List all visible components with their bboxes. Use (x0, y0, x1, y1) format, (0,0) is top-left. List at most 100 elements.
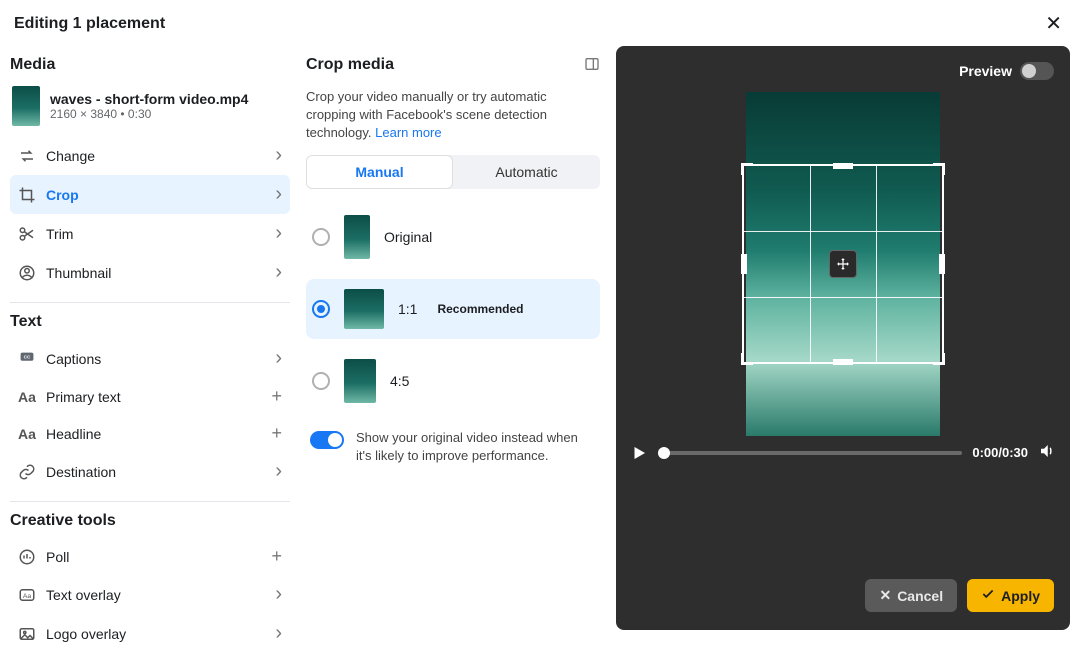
resize-corner-br[interactable] (933, 353, 945, 365)
media-item-thumbnail[interactable]: Thumbnail (10, 253, 290, 292)
tab-manual[interactable]: Manual (306, 155, 453, 189)
text-item-destination[interactable]: Destination (10, 452, 290, 491)
media-section-title: Media (10, 56, 290, 74)
move-handle[interactable] (829, 250, 857, 278)
chevron-right-icon (275, 583, 282, 606)
radio-icon (312, 372, 330, 390)
creative-item-text-overlay[interactable]: Aa Text overlay (10, 575, 290, 614)
text-size-icon: Aa (18, 425, 36, 443)
creative-item-label: Logo overlay (46, 626, 265, 642)
crop-icon (18, 186, 36, 204)
cc-icon: CC (18, 350, 36, 368)
media-item-change[interactable]: Change (10, 136, 290, 175)
learn-more-link[interactable]: Learn more (375, 125, 441, 140)
creative-item-label: Text overlay (46, 587, 265, 603)
grid-line (876, 166, 877, 362)
media-file-row: waves - short-form video.mp4 2160 × 3840… (10, 82, 290, 136)
swap-icon (18, 147, 36, 165)
crop-title: Crop media (306, 56, 394, 74)
ratio-option-4-5[interactable]: 4:5 (306, 349, 600, 413)
media-item-label: Change (46, 148, 265, 164)
ratio-label: 4:5 (390, 373, 409, 389)
chevron-right-icon (275, 460, 282, 483)
link-icon (18, 463, 36, 481)
chevron-right-icon (275, 347, 282, 370)
play-button[interactable] (630, 444, 648, 462)
creative-item-label: Poll (46, 549, 261, 565)
panel-toggle-icon[interactable] (584, 56, 600, 72)
chevron-right-icon (275, 144, 282, 167)
media-file-name: waves - short-form video.mp4 (50, 91, 248, 107)
check-icon (981, 587, 995, 604)
crop-mode-tabs: Manual Automatic (306, 155, 600, 189)
text-item-captions[interactable]: CC Captions (10, 339, 290, 378)
text-overlay-icon: Aa (18, 586, 36, 604)
media-item-crop[interactable]: Crop (10, 175, 290, 214)
tab-automatic[interactable]: Automatic (453, 155, 600, 189)
chevron-right-icon (275, 622, 282, 645)
show-original-text: Show your original video instead when it… (356, 429, 596, 465)
plus-icon (271, 546, 282, 567)
resize-handle-right[interactable] (939, 254, 945, 274)
volume-button[interactable] (1038, 442, 1056, 463)
ratio-thumbnail (344, 359, 376, 403)
poll-icon (18, 548, 36, 566)
chevron-right-icon (275, 222, 282, 245)
modal-title: Editing 1 placement (14, 15, 165, 33)
text-size-icon: Aa (18, 388, 36, 406)
crop-description: Crop your video manually or try automati… (306, 88, 600, 143)
apply-button-label: Apply (1001, 588, 1040, 604)
text-item-label: Headline (46, 426, 261, 442)
chevron-right-icon (275, 183, 282, 206)
recommended-badge: Recommended (437, 302, 523, 316)
resize-corner-tr[interactable] (933, 163, 945, 175)
trim-icon (18, 225, 36, 243)
svg-text:CC: CC (24, 354, 31, 359)
show-original-toggle[interactable] (310, 431, 344, 449)
preview-toggle[interactable] (1020, 62, 1054, 80)
grid-line (810, 166, 811, 362)
ratio-thumbnail (344, 215, 370, 259)
ratio-option-original[interactable]: Original (306, 205, 600, 269)
text-item-label: Captions (46, 351, 265, 367)
chevron-right-icon (275, 261, 282, 284)
creative-item-poll[interactable]: Poll (10, 538, 290, 575)
text-item-primary[interactable]: Aa Primary text (10, 378, 290, 415)
resize-handle-bottom[interactable] (833, 359, 853, 365)
resize-handle-top[interactable] (833, 163, 853, 169)
crop-outline[interactable] (742, 164, 944, 364)
divider (10, 501, 290, 502)
text-item-headline[interactable]: Aa Headline (10, 415, 290, 452)
resize-handle-left[interactable] (741, 254, 747, 274)
ratio-label: Original (384, 229, 432, 245)
creative-section-title: Creative tools (10, 512, 290, 530)
media-file-sub: 2160 × 3840 • 0:30 (50, 107, 248, 121)
media-item-trim[interactable]: Trim (10, 214, 290, 253)
text-item-label: Primary text (46, 389, 261, 405)
apply-button[interactable]: Apply (967, 579, 1054, 612)
media-thumbnail (12, 86, 40, 126)
close-icon: ✕ (879, 587, 891, 604)
cancel-button[interactable]: ✕ Cancel (865, 579, 957, 612)
text-item-label: Destination (46, 464, 265, 480)
close-button[interactable]: ✕ (1041, 10, 1066, 38)
media-item-label: Thumbnail (46, 265, 265, 281)
preview-label: Preview (959, 63, 1012, 79)
ratio-option-1-1[interactable]: 1:1 Recommended (306, 279, 600, 339)
radio-icon (312, 228, 330, 246)
resize-corner-bl[interactable] (741, 353, 753, 365)
ratio-thumbnail (344, 289, 384, 329)
video-preview[interactable] (746, 92, 940, 436)
time-display: 0:00/0:30 (972, 445, 1028, 460)
radio-icon (312, 300, 330, 318)
creative-item-logo-overlay[interactable]: Logo overlay (10, 614, 290, 653)
divider (10, 302, 290, 303)
grid-line (744, 231, 942, 232)
progress-track[interactable] (658, 451, 962, 455)
grid-line (744, 297, 942, 298)
ratio-label: 1:1 (398, 301, 417, 317)
plus-icon (271, 423, 282, 444)
cancel-button-label: Cancel (897, 588, 943, 604)
resize-corner-tl[interactable] (741, 163, 753, 175)
thumbnail-icon (18, 264, 36, 282)
